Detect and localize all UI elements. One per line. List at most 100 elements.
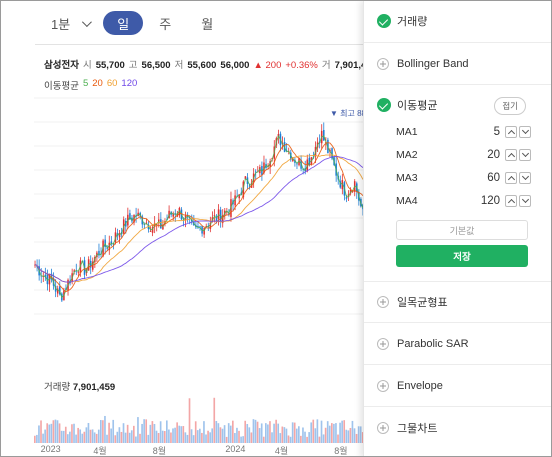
- panel-divider: [364, 322, 551, 323]
- close-value: 56,000: [220, 60, 250, 71]
- decrement-button[interactable]: [519, 195, 531, 207]
- tab-month[interactable]: 월: [187, 11, 227, 35]
- volume-bar: [114, 435, 117, 443]
- volume-bar: [333, 423, 335, 443]
- volume-bar: [343, 420, 346, 443]
- volume-bar: [77, 427, 79, 443]
- volume-bar: [223, 425, 226, 443]
- volume-bar: [326, 421, 329, 443]
- increment-button[interactable]: [505, 172, 517, 184]
- x-tick-label: 2023: [40, 444, 61, 454]
- volume-bar: [194, 421, 197, 443]
- indicator-bollinger[interactable]: Bollinger Band: [364, 55, 551, 73]
- x-axis: 2023 4월 8월 2024 4월 8월: [34, 444, 364, 456]
- volume-bar: [298, 426, 300, 443]
- decrement-button[interactable]: [519, 149, 531, 161]
- x-tick-label: 4월: [274, 446, 289, 456]
- volume-bar: [135, 436, 137, 443]
- increment-button[interactable]: [505, 149, 517, 161]
- volume-bar: [172, 428, 174, 443]
- period-toolbar: 1분 일 주 월: [51, 10, 229, 36]
- volume-bar: [227, 423, 230, 443]
- increment-button[interactable]: [505, 126, 517, 138]
- indicator-panel: 거래량 Bollinger Band 이동평균 접기 MA1 5 MA2 20 …: [363, 1, 551, 456]
- volume-bar: [345, 429, 348, 443]
- volume-bar: [306, 436, 308, 443]
- volume-bar: [199, 428, 201, 443]
- reset-default-button[interactable]: 기본값: [396, 220, 528, 240]
- volume-bar: [44, 429, 46, 443]
- increment-button[interactable]: [505, 195, 517, 207]
- volume-bar: [205, 434, 207, 443]
- volume-bar: [277, 423, 280, 443]
- volume-bar: [324, 427, 327, 443]
- ma-value[interactable]: 20: [466, 149, 500, 161]
- indicator-parabolic-sar[interactable]: Parabolic SAR: [364, 335, 551, 353]
- volume-bar: [246, 424, 249, 443]
- volume-bar: [178, 425, 181, 443]
- decrement-button[interactable]: [519, 126, 531, 138]
- volume-bar: [168, 429, 170, 443]
- volume-bar: [56, 420, 59, 443]
- indicator-volume[interactable]: 거래량: [364, 12, 551, 30]
- save-button[interactable]: 저장: [396, 245, 528, 267]
- volume-bar: [248, 427, 251, 443]
- plus-icon: [377, 296, 389, 308]
- volume-bar: [38, 425, 40, 443]
- indicator-net-chart[interactable]: 그물차트: [364, 419, 551, 437]
- candle-body: [118, 233, 121, 238]
- volume-bar: [308, 432, 310, 443]
- indicator-ichimoku[interactable]: 일목균형표: [364, 293, 551, 311]
- volume-bar: [244, 420, 247, 443]
- ma-name: MA2: [396, 149, 418, 161]
- ma-legend-120: 120: [121, 78, 138, 89]
- volume-label: 거래량 7,901,459: [44, 379, 115, 393]
- candle-body: [98, 250, 100, 256]
- volume-bar: [126, 424, 129, 443]
- volume-bar: [316, 419, 319, 443]
- volume-bar: [36, 434, 38, 443]
- volume-bar: [283, 427, 286, 443]
- collapse-button[interactable]: 접기: [494, 97, 526, 115]
- volume-bar: [349, 427, 352, 443]
- ma-row-1: MA1 5: [396, 123, 536, 141]
- panel-divider: [364, 84, 551, 85]
- decrement-button[interactable]: [519, 172, 531, 184]
- ma-row-4: MA4 120: [396, 192, 536, 210]
- ma-legend-label: 이동평균: [44, 81, 79, 92]
- x-tick-label: 8월: [334, 446, 348, 456]
- volume-bar: [34, 435, 36, 443]
- ma-value[interactable]: 5: [466, 126, 500, 138]
- minute-dropdown[interactable]: 1분: [51, 14, 93, 33]
- volume-bar: [71, 424, 73, 443]
- ma-value[interactable]: 60: [466, 172, 500, 184]
- volume-bar: [203, 421, 205, 443]
- volume-bar: [75, 434, 77, 443]
- volume-bar: [291, 422, 294, 443]
- change-value: ▲ 200: [253, 60, 282, 71]
- volume-bar: [73, 423, 75, 443]
- volume-bar: [100, 420, 102, 443]
- volume-bar: [310, 422, 313, 443]
- volume-bar: [262, 436, 265, 443]
- volume-bar: [320, 420, 323, 443]
- volume-bar: [287, 435, 290, 443]
- tab-week[interactable]: 주: [145, 11, 185, 35]
- tab-day[interactable]: 일: [103, 11, 144, 35]
- volume-bar: [271, 432, 273, 443]
- volume-bar: [170, 432, 172, 443]
- indicator-volume-label: 거래량: [397, 16, 428, 28]
- price-chart[interactable]: [34, 96, 364, 346]
- volume-bar: [351, 420, 354, 443]
- x-tick-label: 4월: [93, 446, 107, 456]
- volume-bar: [180, 426, 183, 443]
- indicator-sar-label: Parabolic SAR: [397, 338, 469, 350]
- indicator-envelope[interactable]: Envelope: [364, 377, 551, 395]
- volume-bar: [89, 429, 92, 443]
- volume-bar: [139, 433, 141, 443]
- ma-legend-20: 20: [92, 78, 103, 89]
- volume-bar: [143, 419, 145, 443]
- volume-bar: [285, 428, 288, 443]
- ma-value[interactable]: 120: [466, 195, 500, 207]
- volume-bar: [120, 431, 123, 443]
